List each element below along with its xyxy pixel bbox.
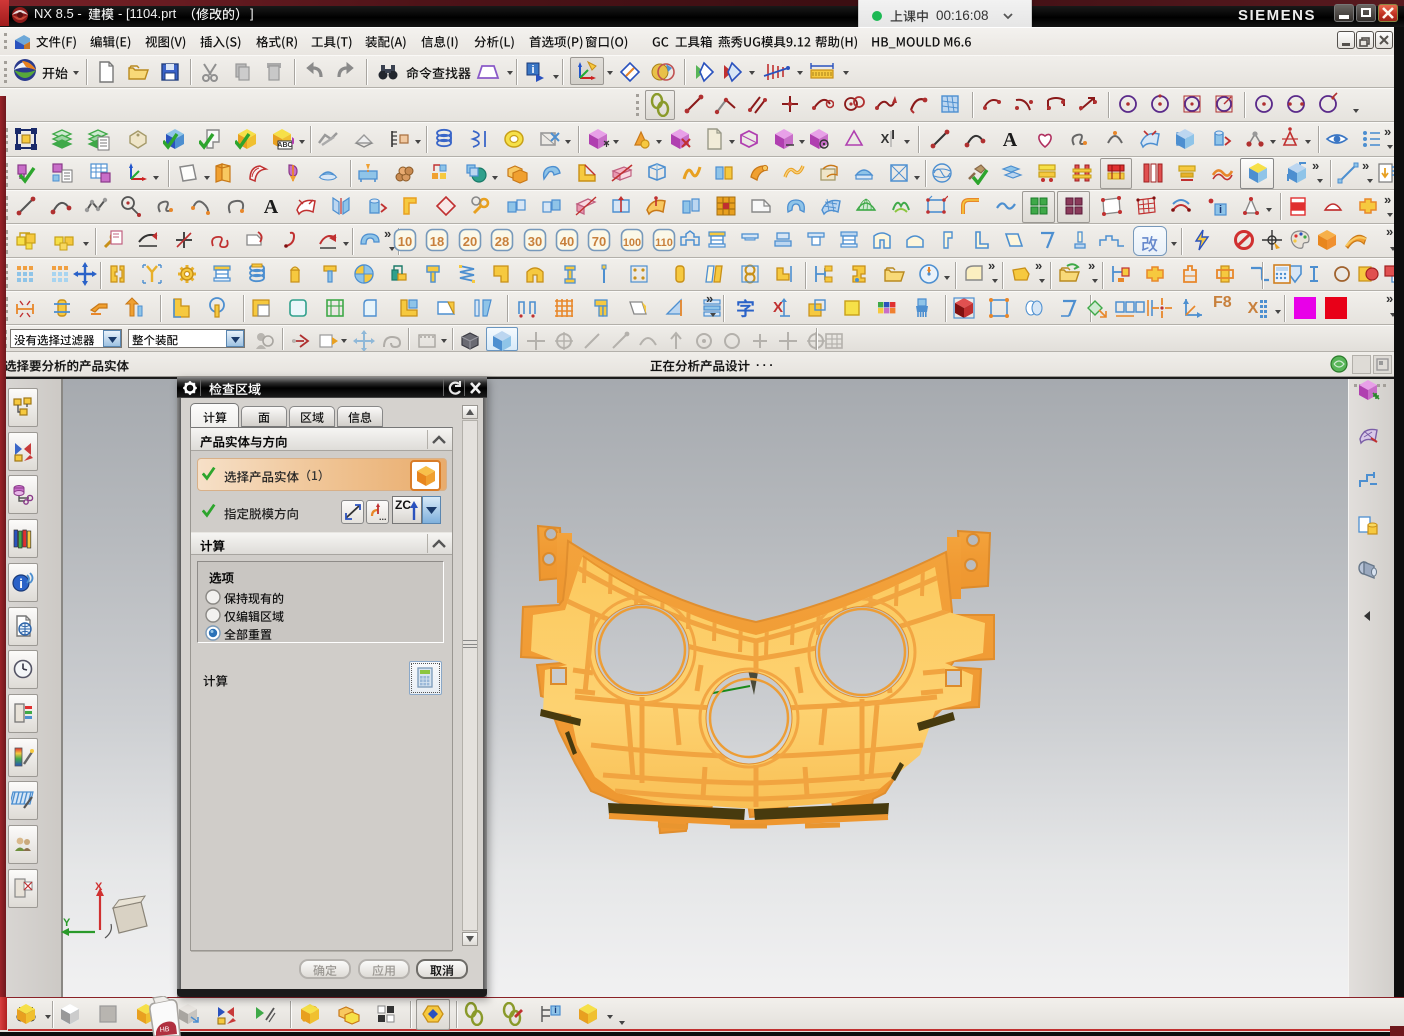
- svg-text:10: 10: [398, 234, 412, 249]
- svg-text:i: i: [1219, 204, 1222, 216]
- svg-text:110: 110: [655, 237, 673, 249]
- svg-text:i: i: [19, 576, 23, 591]
- svg-text:HB: HB: [159, 1026, 170, 1034]
- svg-text:ABC: ABC: [277, 142, 292, 149]
- svg-text:40: 40: [560, 234, 574, 249]
- svg-text:18: 18: [430, 234, 444, 249]
- svg-text:100: 100: [623, 237, 641, 249]
- svg-text:X: X: [95, 881, 103, 893]
- svg-text:28: 28: [495, 234, 509, 249]
- svg-text:30: 30: [527, 234, 541, 249]
- svg-text:...: ...: [379, 512, 387, 522]
- svg-text:I: I: [891, 127, 895, 142]
- svg-text:X: X: [881, 131, 890, 146]
- svg-text:70: 70: [592, 234, 606, 249]
- svg-text:i: i: [554, 1005, 557, 1015]
- svg-text:Y: Y: [63, 917, 71, 929]
- svg-text:i: i: [531, 64, 534, 76]
- svg-text:A: A: [264, 196, 279, 218]
- svg-text:X: X: [1248, 300, 1259, 317]
- svg-text:20: 20: [463, 234, 477, 249]
- svg-text:A: A: [1003, 129, 1018, 151]
